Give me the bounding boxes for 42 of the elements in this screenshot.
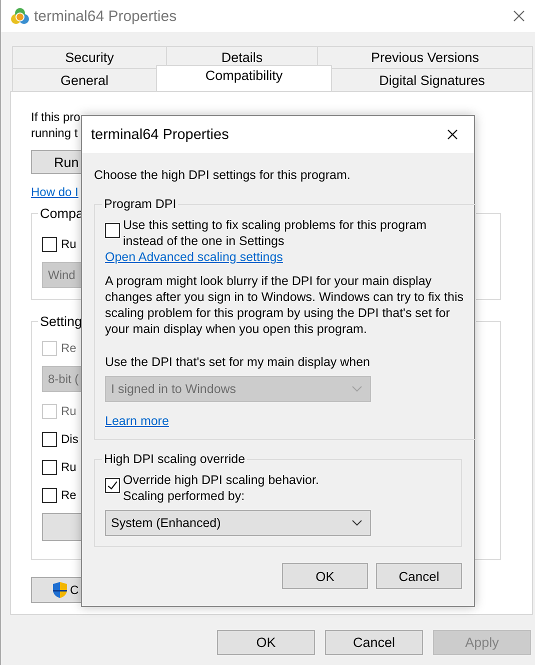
dialog-button[interactable]: OK [217, 630, 315, 655]
dropdown[interactable]: System (Enhanced) [105, 510, 371, 536]
tab[interactable]: Digital Signatures [331, 68, 533, 91]
help-link[interactable]: How do I [31, 184, 78, 200]
window-title: terminal64 Properties [34, 8, 178, 24]
advanced-scaling-link[interactable]: Open Advanced scaling settings [105, 249, 283, 265]
dialog-button[interactable]: Cancel [325, 630, 423, 655]
app-icon [10, 6, 30, 26]
tab[interactable]: General [12, 68, 157, 91]
checkbox[interactable] [42, 488, 57, 502]
checkbox[interactable] [42, 432, 57, 446]
checkbox-label: Use this setting to fix scaling problems for this program instead of the one in Settings [123, 217, 428, 249]
learn-more-link[interactable]: Learn more [105, 413, 169, 429]
dropdown-label: Use the DPI that's set for my main display when [105, 354, 371, 370]
checkbox-label: Re [61, 488, 76, 502]
chevron-down-icon [352, 386, 362, 392]
checkbox[interactable] [105, 478, 120, 493]
dialog-button[interactable]: OK [282, 563, 368, 589]
checkbox-label: Override high DPI scaling behavior. Scaling performed by: [123, 472, 319, 504]
tab[interactable]: Security [12, 46, 167, 68]
checkbox[interactable] [105, 223, 120, 238]
checkbox[interactable] [42, 236, 57, 252]
tab[interactable]: Previous Versions [317, 46, 533, 68]
checkbox-label: Ru [61, 404, 76, 418]
close-icon[interactable] [447, 129, 458, 140]
shield-icon [52, 581, 68, 599]
explanation-text: A program might look blurry if the DPI for your main display changes after you sign in to Windows. Windows can try to fix this scaling problem for this program by using the DPI that's set for your main display when you open this program. [105, 273, 464, 337]
dialog-title: terminal64 Properties [91, 126, 230, 142]
checkbox-label: Re [61, 341, 76, 355]
group-label: Setting [39, 314, 84, 329]
checkbox[interactable] [42, 460, 57, 474]
description-text: running t [31, 125, 79, 141]
group-label: Program DPI [103, 197, 178, 211]
instruction-text: Choose the high DPI settings for this program. [94, 167, 352, 183]
checkbox-label: Dis [61, 432, 78, 446]
tab[interactable]: Compatibility [156, 65, 332, 91]
chevron-down-icon [352, 520, 362, 526]
group-label: High DPI scaling override [103, 452, 246, 466]
checkbox-label: Ru [61, 237, 76, 251]
checkbox-label: Ru [61, 460, 76, 474]
dialog-button[interactable]: Cancel [376, 563, 462, 589]
description-text: If this pro [31, 109, 80, 125]
